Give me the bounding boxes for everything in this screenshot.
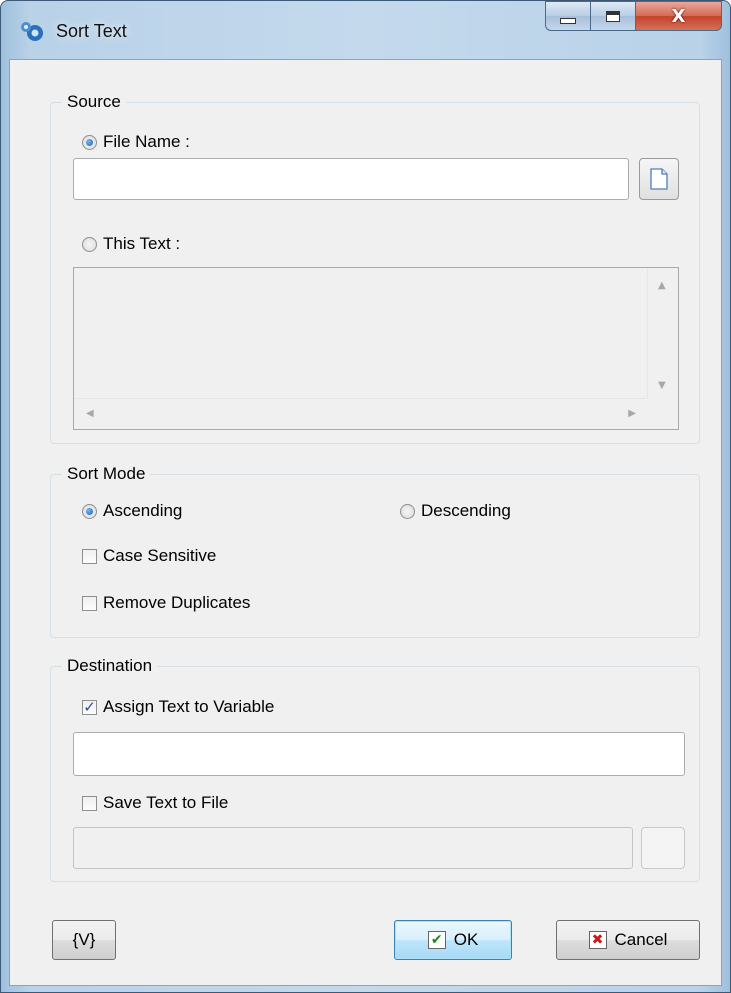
app-icon (21, 22, 43, 41)
close-icon: X (671, 5, 686, 27)
title-bar[interactable]: Sort Text X (1, 1, 730, 59)
close-button[interactable]: X (636, 1, 722, 31)
file-name-input[interactable] (74, 159, 628, 199)
save-file-checkbox[interactable]: Save Text to File (82, 793, 228, 813)
ok-check-icon: ✔ (427, 931, 446, 949)
this-text-radio[interactable]: This Text : (82, 234, 180, 254)
file-name-radio[interactable]: File Name : (82, 132, 190, 152)
variable-name-input[interactable] (74, 733, 684, 775)
remove-duplicates-box[interactable] (82, 595, 97, 611)
variables-button-label: {V} (72, 930, 96, 949)
browse-save-file-button[interactable] (641, 827, 685, 869)
source-group: Source File Name : This Text : ▲ ▼ ◀ ▶ (50, 92, 700, 444)
descending-label: Descending (421, 501, 511, 520)
minimize-icon (560, 18, 576, 24)
document-icon (650, 168, 668, 190)
ok-button-label: OK (453, 930, 479, 949)
descending-radio[interactable]: Descending (400, 501, 511, 521)
browse-file-button[interactable] (639, 158, 679, 200)
file-name-field[interactable] (73, 158, 629, 200)
scroll-left-icon[interactable]: ◀ (86, 408, 94, 419)
sort-mode-group: Sort Mode Ascending Descending Case Sens… (50, 464, 700, 638)
sort-mode-legend: Sort Mode (62, 464, 151, 484)
ascending-radio[interactable]: Ascending (82, 501, 182, 521)
destination-legend: Destination (62, 656, 158, 676)
assign-variable-checkbox[interactable]: ✓ Assign Text to Variable (82, 697, 274, 717)
scroll-down-icon[interactable]: ▼ (658, 380, 666, 391)
variables-button[interactable]: {V} (52, 920, 116, 960)
save-file-path-input[interactable] (74, 828, 632, 868)
variable-name-field[interactable] (73, 732, 685, 776)
scroll-right-icon[interactable]: ▶ (628, 408, 636, 419)
window-title: Sort Text (56, 21, 127, 41)
source-legend: Source (62, 92, 126, 112)
destination-group: Destination ✓ Assign Text to Variable Sa… (50, 656, 700, 882)
this-text-label: This Text : (103, 234, 181, 253)
assign-variable-box[interactable]: ✓ (82, 697, 97, 716)
minimize-button[interactable] (545, 1, 591, 31)
maximize-icon (606, 10, 620, 22)
dialog-window: Sort Text X Source File Name : This Text… (0, 0, 731, 993)
assign-variable-label: Assign Text to Variable (103, 697, 275, 716)
scrollbar-corner (648, 399, 678, 429)
dialog-client-area: Source File Name : This Text : ▲ ▼ ◀ ▶ S… (9, 59, 722, 986)
cancel-button-label: Cancel (614, 930, 668, 949)
remove-duplicates-label: Remove Duplicates (103, 593, 251, 612)
descending-radio-indicator[interactable] (400, 503, 415, 519)
cancel-x-icon: ✖ (588, 931, 607, 949)
ascending-radio-indicator[interactable] (82, 503, 97, 519)
cancel-button[interactable]: ✖ Cancel (556, 920, 700, 960)
case-sensitive-label: Case Sensitive (103, 546, 217, 565)
this-text-radio-indicator[interactable] (82, 236, 97, 252)
file-name-label: File Name : (103, 132, 190, 151)
ascending-label: Ascending (103, 501, 183, 520)
save-file-path-field[interactable] (73, 827, 633, 869)
memo-horizontal-scrollbar[interactable]: ◀ ▶ (74, 398, 648, 429)
save-file-label: Save Text to File (103, 793, 229, 812)
maximize-button[interactable] (591, 1, 636, 31)
case-sensitive-checkbox[interactable]: Case Sensitive (82, 546, 216, 566)
ok-button[interactable]: ✔ OK (394, 920, 512, 960)
this-text-memo[interactable]: ▲ ▼ ◀ ▶ (73, 267, 679, 430)
memo-vertical-scrollbar[interactable]: ▲ ▼ (647, 268, 678, 399)
case-sensitive-box[interactable] (82, 548, 97, 564)
file-name-radio-indicator[interactable] (82, 134, 97, 150)
scroll-up-icon[interactable]: ▲ (658, 280, 666, 291)
remove-duplicates-checkbox[interactable]: Remove Duplicates (82, 593, 250, 613)
caption-buttons: X (545, 1, 722, 33)
save-file-box[interactable] (82, 795, 97, 811)
checkmark-icon: ✓ (83, 697, 96, 716)
